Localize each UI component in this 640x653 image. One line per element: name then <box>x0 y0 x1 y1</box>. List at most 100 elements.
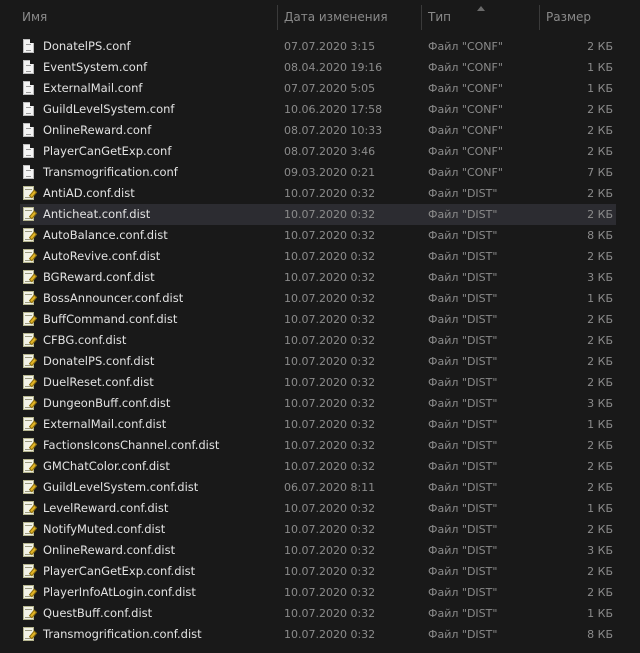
file-row[interactable]: GMChatColor.conf.dist 10.07.2020 0:32 Файл… <box>0 456 640 477</box>
file-date-modified: 10.07.2020 0:32 <box>284 439 376 452</box>
edit-file-icon-glyph <box>23 228 34 242</box>
text-file-icon-glyph <box>23 123 34 137</box>
file-size: 2 КБ <box>587 376 613 389</box>
file-row[interactable]: FactionsIconsChannel.conf.dist 10.07.2020… <box>0 435 640 456</box>
file-size: 2 КБ <box>587 586 613 599</box>
edit-file-icon <box>23 540 37 561</box>
file-row[interactable]: PlayerCanGetExp.conf 08.07.2020 3:46 Файл … <box>0 141 640 162</box>
column-header-name[interactable]: Имя <box>16 5 278 30</box>
edit-file-icon <box>23 456 37 477</box>
file-row[interactable]: AntiAD.conf.dist 10.07.2020 0:32 Файл "DIS… <box>0 183 640 204</box>
file-type: Файл "DIST" <box>428 565 498 578</box>
file-row[interactable]: LevelReward.conf.dist 10.07.2020 0:32 Файл… <box>0 498 640 519</box>
file-row[interactable]: AutoBalance.conf.dist 10.07.2020 0:32 Файл… <box>0 225 640 246</box>
edit-file-icon <box>23 288 37 309</box>
file-date-modified: 10.06.2020 17:58 <box>284 103 383 116</box>
file-date-modified: 10.07.2020 0:32 <box>284 586 376 599</box>
edit-file-icon <box>23 582 37 603</box>
file-type: Файл "DIST" <box>428 292 498 305</box>
file-type: Файл "DIST" <box>428 502 498 515</box>
column-header-size[interactable]: Размер <box>540 5 640 30</box>
file-row[interactable]: ExternalMail.conf.dist 10.07.2020 0:32 Фай… <box>0 414 640 435</box>
edit-file-icon <box>23 330 37 351</box>
file-type: Файл "DIST" <box>428 355 498 368</box>
file-type: Файл "CONF" <box>428 82 503 95</box>
text-file-icon-glyph <box>23 144 34 158</box>
edit-file-icon-glyph <box>23 270 34 284</box>
file-type: Файл "DIST" <box>428 439 498 452</box>
file-row[interactable]: PlayerCanGetExp.conf.dist 10.07.2020 0:32… <box>0 561 640 582</box>
file-row[interactable]: BuffCommand.conf.dist 10.07.2020 0:32 Файл… <box>0 309 640 330</box>
file-size: 2 КБ <box>587 460 613 473</box>
file-size: 1 КБ <box>587 82 613 95</box>
edit-file-icon <box>23 309 37 330</box>
file-date-modified: 10.07.2020 0:32 <box>284 313 376 326</box>
file-row[interactable]: BGReward.conf.dist 10.07.2020 0:32 Файл "D… <box>0 267 640 288</box>
file-size: 2 КБ <box>587 208 613 221</box>
sort-ascending-icon <box>477 6 485 11</box>
file-date-modified: 10.07.2020 0:32 <box>284 607 376 620</box>
file-size: 8 КБ <box>587 628 613 641</box>
edit-file-icon-glyph <box>23 207 34 221</box>
file-size: 1 КБ <box>587 502 613 515</box>
file-row[interactable]: GuildLevelSystem.conf 10.06.2020 17:58 Фай… <box>0 99 640 120</box>
file-row[interactable]: NotifyMuted.conf.dist 10.07.2020 0:32 Файл… <box>0 519 640 540</box>
file-name: CFBG.conf.dist <box>43 333 127 347</box>
file-row[interactable]: Transmogrification.conf 09.03.2020 0:21 Фа… <box>0 162 640 183</box>
file-date-modified: 10.07.2020 0:32 <box>284 208 376 221</box>
file-size: 2 КБ <box>587 40 613 53</box>
file-date-modified: 10.07.2020 0:32 <box>284 292 376 305</box>
file-type: Файл "DIST" <box>428 250 498 263</box>
column-header-date-modified[interactable]: Дата изменения <box>278 5 422 30</box>
file-type: Файл "DIST" <box>428 628 498 641</box>
edit-file-icon <box>23 225 37 246</box>
file-type: Файл "CONF" <box>428 124 503 137</box>
file-name: OnlineReward.conf <box>43 123 152 137</box>
file-row[interactable]: CFBG.conf.dist 10.07.2020 0:32 Файл "DIST"… <box>0 330 640 351</box>
file-name: NotifyMuted.conf.dist <box>43 522 166 536</box>
text-file-icon <box>23 99 37 120</box>
file-row[interactable]: PlayerInfoAtLogin.conf.dist 10.07.2020 0:… <box>0 582 640 603</box>
file-type: Файл "DIST" <box>428 208 498 221</box>
file-size: 2 КБ <box>587 439 613 452</box>
file-row[interactable]: DonatelPS.conf.dist 10.07.2020 0:32 Файл "… <box>0 351 640 372</box>
file-size: 2 КБ <box>587 103 613 116</box>
file-date-modified: 10.07.2020 0:32 <box>284 565 376 578</box>
file-row[interactable]: DuelReset.conf.dist 10.07.2020 0:32 Файл "… <box>0 372 640 393</box>
edit-file-icon-glyph <box>23 543 34 557</box>
file-size: 8 КБ <box>587 229 613 242</box>
file-row[interactable]: GuildLevelSystem.conf.dist 06.07.2020 8:1… <box>0 477 640 498</box>
file-type: Файл "DIST" <box>428 271 498 284</box>
file-row[interactable]: Anticheat.conf.dist 10.07.2020 0:32 Файл "… <box>20 204 616 225</box>
file-row[interactable]: DonatelPS.conf 07.07.2020 3:15 Файл "CONF"… <box>0 36 640 57</box>
file-row[interactable]: EventSystem.conf 08.04.2020 19:16 Файл "CO… <box>0 57 640 78</box>
edit-file-icon <box>23 477 37 498</box>
file-type: Файл "DIST" <box>428 229 498 242</box>
edit-file-icon-glyph <box>23 522 34 536</box>
text-file-icon <box>23 120 37 141</box>
text-file-icon <box>23 57 37 78</box>
edit-file-icon <box>23 561 37 582</box>
file-row[interactable]: DungeonBuff.conf.dist 10.07.2020 0:32 Файл… <box>0 393 640 414</box>
file-size: 1 КБ <box>587 607 613 620</box>
edit-file-icon-glyph <box>23 564 34 578</box>
file-size: 2 КБ <box>587 250 613 263</box>
file-name: Anticheat.conf.dist <box>43 207 151 221</box>
file-date-modified: 10.07.2020 0:32 <box>284 271 376 284</box>
file-size: 1 КБ <box>587 61 613 74</box>
file-row[interactable]: BossAnnouncer.conf.dist 10.07.2020 0:32 Фа… <box>0 288 640 309</box>
file-row[interactable]: Transmogrification.conf.dist 10.07.2020 0… <box>0 624 640 645</box>
file-type: Файл "DIST" <box>428 607 498 620</box>
file-name: Transmogrification.conf.dist <box>43 627 202 641</box>
file-row[interactable]: OnlineReward.conf 08.07.2020 10:33 Файл "C… <box>0 120 640 141</box>
file-type: Файл "DIST" <box>428 397 498 410</box>
file-date-modified: 10.07.2020 0:32 <box>284 628 376 641</box>
file-row[interactable]: ExternalMail.conf 07.07.2020 5:05 Файл "CO… <box>0 78 640 99</box>
column-header-bar: Имя Дата изменения Тип Размер <box>0 5 640 30</box>
file-row[interactable]: OnlineReward.conf.dist 10.07.2020 0:32 Фай… <box>0 540 640 561</box>
file-row[interactable]: QuestBuff.conf.dist 10.07.2020 0:32 Файл "… <box>0 603 640 624</box>
file-size: 1 КБ <box>587 418 613 431</box>
edit-file-icon <box>23 498 37 519</box>
file-row[interactable]: AutoRevive.conf.dist 10.07.2020 0:32 Файл … <box>0 246 640 267</box>
file-date-modified: 08.07.2020 3:46 <box>284 145 376 158</box>
